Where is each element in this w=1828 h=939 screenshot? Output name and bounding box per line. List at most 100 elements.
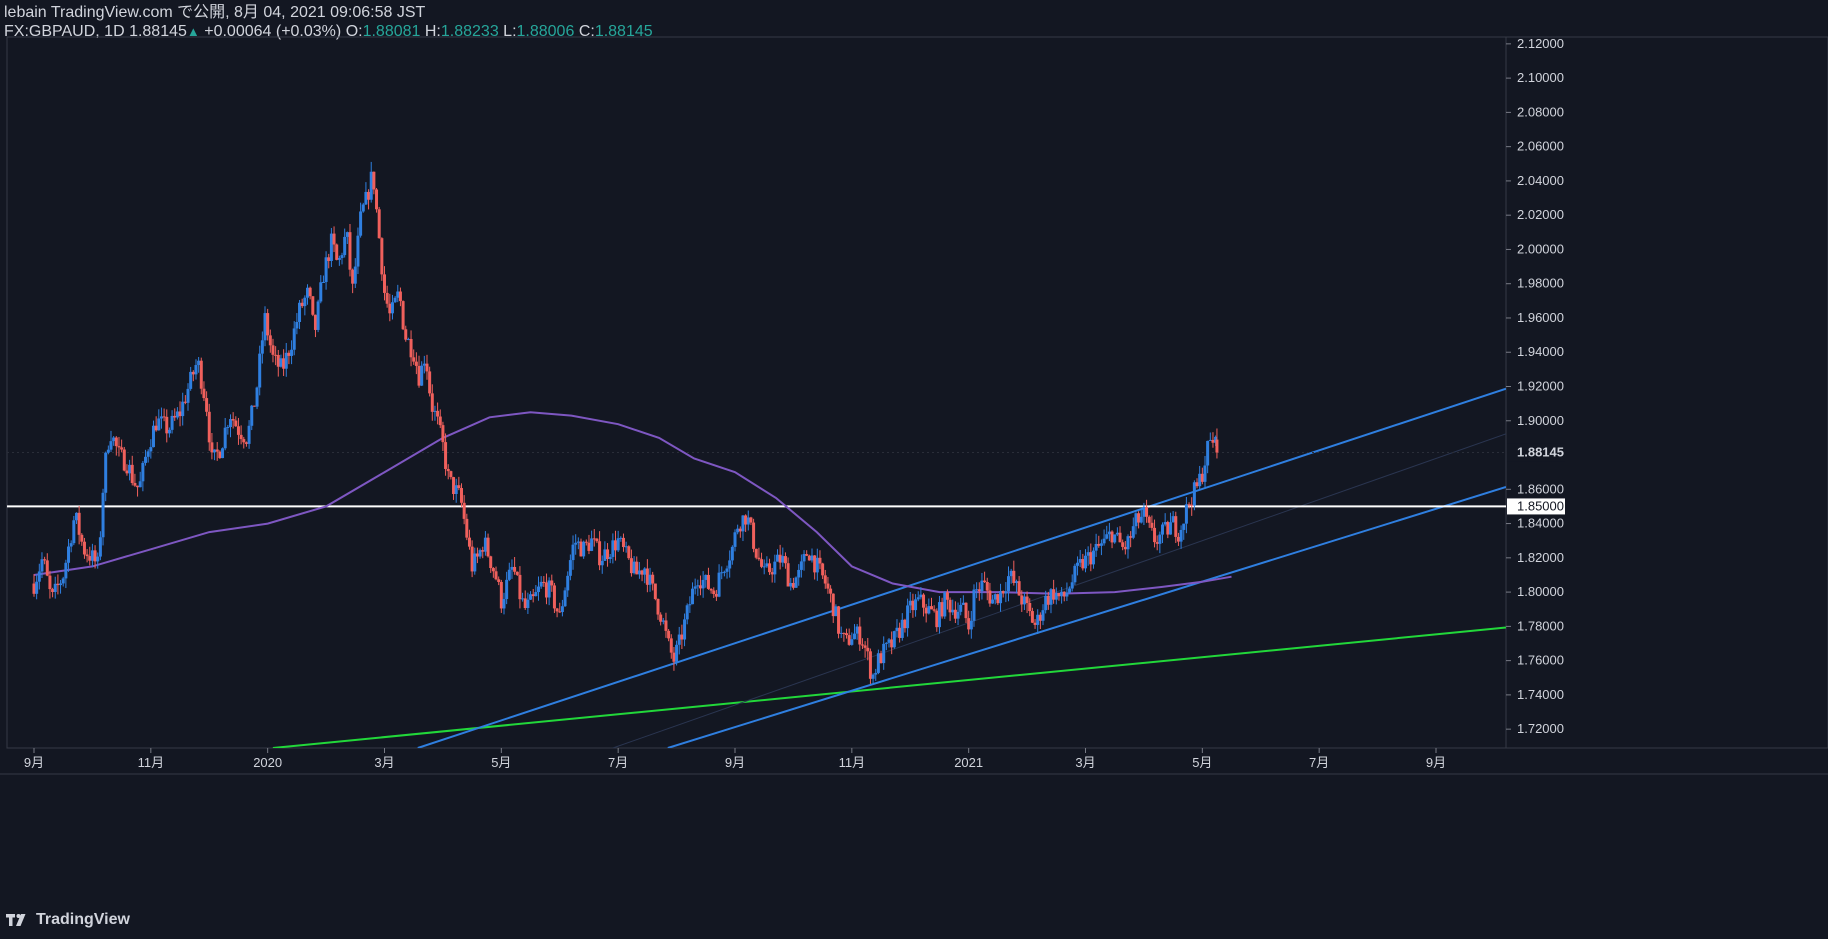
candle-body [680,634,684,640]
candle-body [991,599,995,604]
candle-body [874,672,878,675]
candle-body [818,557,822,564]
candle-body [213,449,217,453]
candle-body [614,540,618,551]
candle-body [656,599,660,615]
candle-body [1153,527,1157,543]
candle-body [616,538,620,551]
candle-body [1001,590,1005,594]
candle-body [728,560,732,569]
candle-body [911,600,915,611]
candle-body [555,608,559,612]
candle-body [887,639,891,643]
candle-body [383,274,386,293]
candle-body [59,583,63,586]
candle-body [576,541,580,543]
x-tick-label: 2021 [954,755,983,770]
candle-body [704,574,708,580]
x-tick-label: 11月 [839,755,866,770]
candle-body [698,585,702,589]
candle-body [244,442,248,444]
candle-body [635,561,639,575]
candle-body [701,579,705,589]
x-tick-label: 7月 [608,755,628,770]
candle-body [412,357,416,362]
candle-body [975,589,979,591]
candle-body [810,555,814,561]
candle-body [754,548,758,558]
candle-body [199,360,203,389]
candle-body [603,549,607,561]
candle-body [282,358,286,369]
candle-body [215,449,219,452]
x-tick-label: 7月 [1309,755,1329,770]
candle-body [144,456,148,463]
candle-body [552,585,556,609]
candle-body [1012,570,1016,584]
candle-body [298,302,302,323]
candle-body [855,626,859,634]
candle-body [452,477,456,495]
tradingview-footer[interactable]: TradingView [6,909,130,931]
candle-body [433,410,437,412]
candle-body [1150,522,1154,528]
candle-body [428,371,432,394]
candle-body [829,588,833,594]
candle-body [98,537,102,557]
candle-body [1086,552,1090,556]
candle-body [1089,552,1093,565]
price-chart[interactable]: 2.12000 2.10000 2.08000 2.06000 2.04000 2.020… [0,0,1828,939]
candle-body [518,574,522,600]
x-tick-label: 5月 [1192,755,1212,770]
candle-body [515,571,519,575]
candle-body [1203,465,1207,482]
candle-body [1102,538,1106,544]
candle-body [606,549,610,560]
candle-body [40,559,44,572]
candle-body [725,568,729,572]
candle-body [141,462,145,482]
candle-body [1139,516,1143,523]
y-tick-label: 1.72000 [1517,721,1564,736]
candle-body [733,532,737,547]
candle-body [369,171,373,200]
candle-body [983,580,987,582]
candle-body [1105,534,1109,539]
candle-body [481,550,485,552]
candle-body [632,561,636,574]
candle-body [1006,576,1010,592]
candle-body [465,518,469,538]
candle-body [648,574,652,585]
candle-body [972,589,976,621]
candle-body [146,451,150,457]
candle-body [189,371,193,389]
candle-body [109,441,113,450]
candle-body [1174,516,1178,537]
candle-body [1208,439,1212,441]
candle-body [1211,439,1215,443]
y-tick-label: 2.02000 [1517,207,1564,222]
candle-body [276,354,280,367]
candle-body [228,419,232,428]
candle-body [1076,562,1080,566]
candle-body [1187,504,1191,506]
candle-body [839,632,843,634]
candle-body [1078,559,1082,563]
y-tick-label: 1.98000 [1517,276,1564,291]
candle-body [619,537,623,539]
candle-body [664,620,668,631]
candle-body [499,581,503,609]
candle-body [858,626,862,645]
candle-body [390,302,394,314]
candle-body [165,416,169,434]
candle-body [608,556,612,560]
candle-body [863,645,867,648]
candle-body [106,449,110,453]
candle-body [744,515,748,525]
candle-body [1091,550,1095,565]
candle-body [56,583,60,586]
candle-body [868,651,872,679]
candle-body [112,437,116,442]
candle-body [860,644,864,646]
candle-body [1118,532,1122,543]
